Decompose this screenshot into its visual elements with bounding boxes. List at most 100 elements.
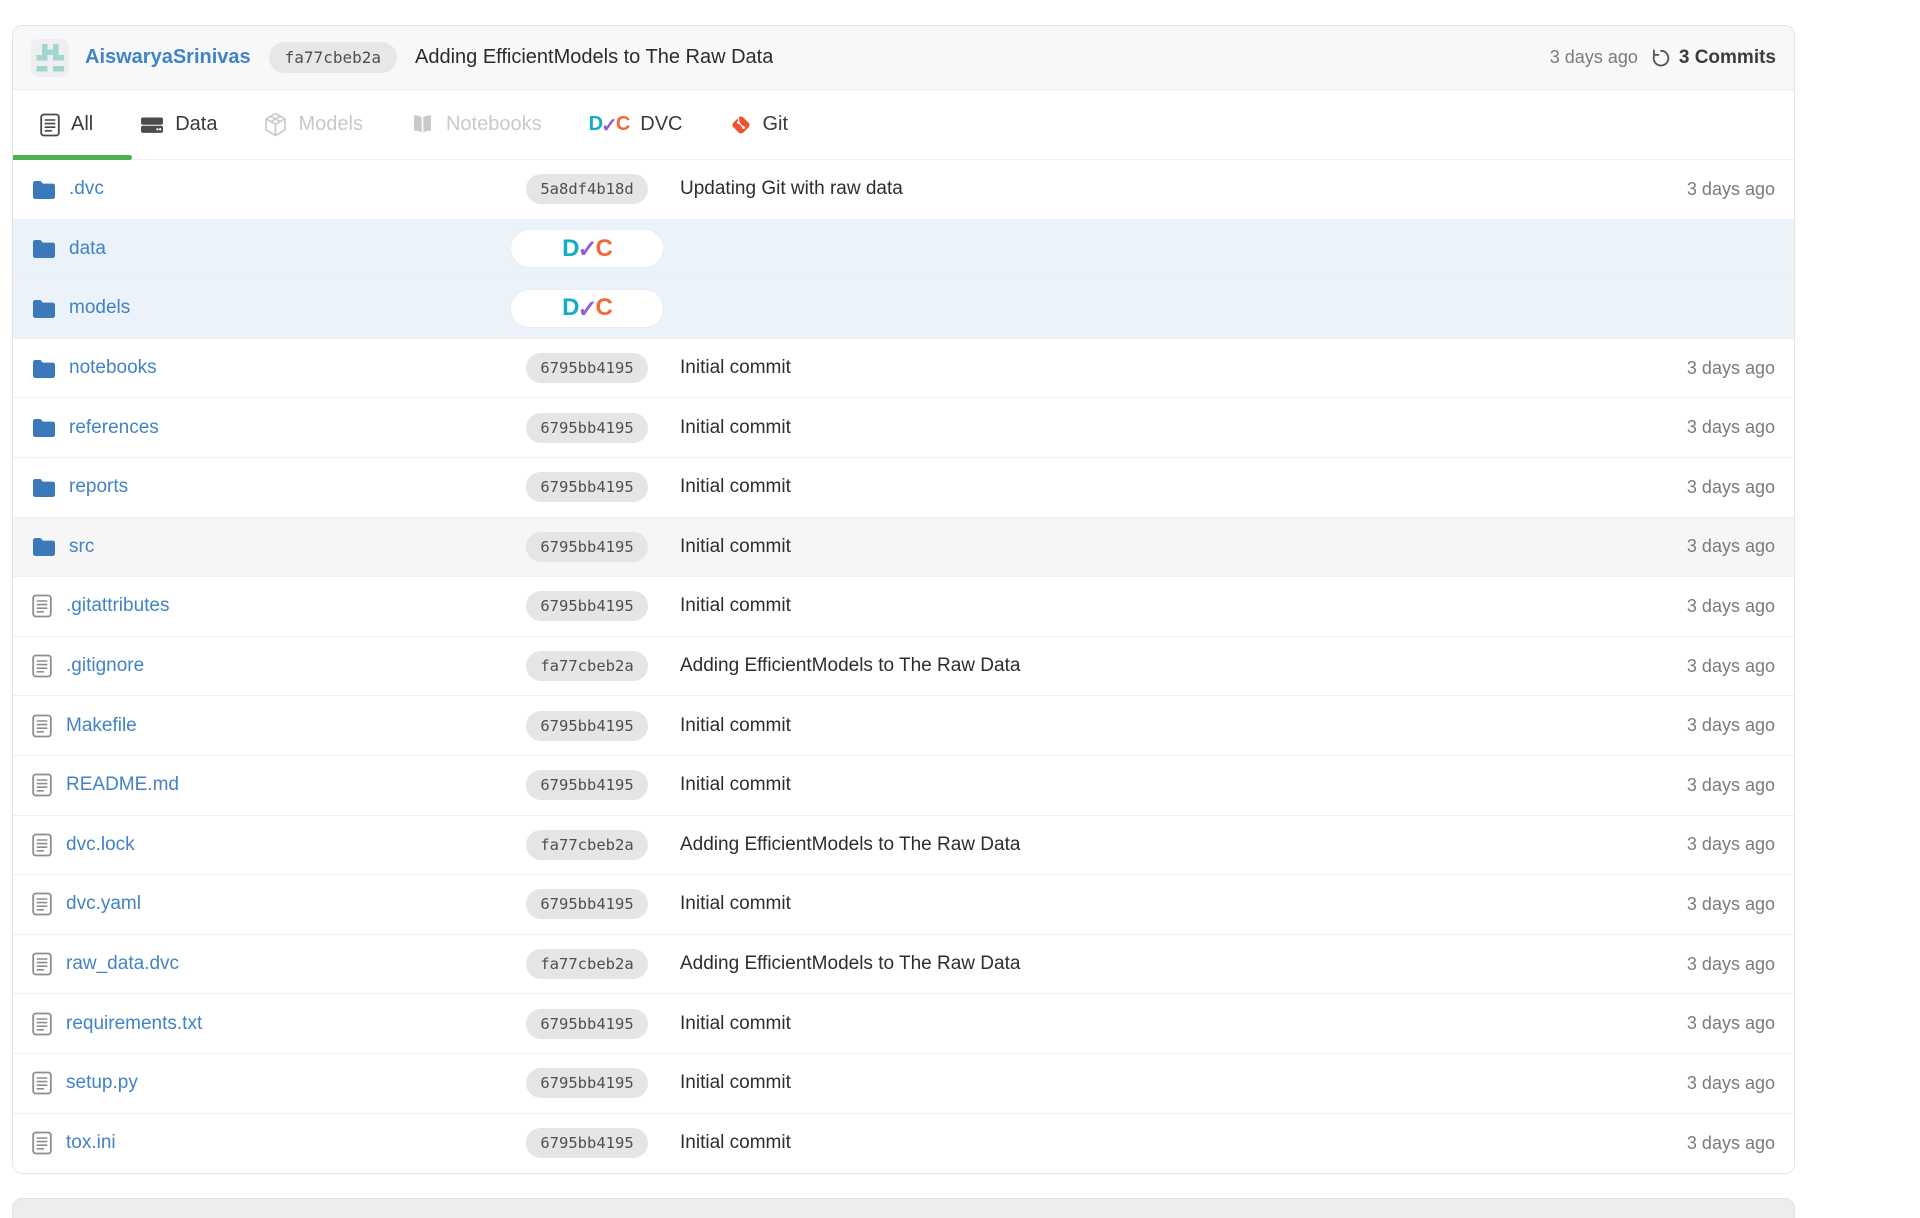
commit-hash-badge[interactable]: 6795bb4195: [526, 531, 648, 562]
entry-name-link[interactable]: setup.py: [66, 1072, 138, 1094]
entry-name-link[interactable]: .gitignore: [66, 655, 144, 677]
commit-hash-badge[interactable]: fa77cbeb2a: [526, 949, 648, 980]
folder-icon: [32, 478, 55, 497]
commit-hash-badge[interactable]: 6795bb4195: [526, 889, 648, 920]
commit-hash-badge[interactable]: 6795bb4195: [526, 1128, 648, 1159]
storage-icon: [140, 115, 164, 135]
commit-hash-badge[interactable]: 6795bb4195: [526, 353, 648, 384]
file-icon: [32, 714, 52, 738]
commit-author-link[interactable]: AiswaryaSrinivas: [85, 46, 251, 69]
dvc-tracked-badge[interactable]: D ✓ C: [511, 230, 663, 268]
document-icon: [40, 113, 60, 137]
file-icon: [32, 952, 52, 976]
commit-hash-badge[interactable]: 6795bb4195: [526, 710, 648, 741]
folder-icon: [32, 537, 55, 557]
commit-hash-badge[interactable]: 6795bb4195: [526, 770, 648, 801]
commit-hash-badge[interactable]: fa77cbeb2a: [526, 829, 648, 860]
cube-icon: [264, 112, 287, 137]
latest-commit-bar: AiswaryaSrinivas fa77cbeb2a Adding Effic…: [13, 26, 1794, 90]
commit-message: Initial commit: [680, 357, 791, 379]
commit-hash-badge[interactable]: 6795bb4195: [526, 472, 648, 503]
tab-all[interactable]: All: [40, 113, 93, 137]
active-tab-underline: [13, 155, 132, 160]
user-avatar-identicon[interactable]: [31, 38, 69, 77]
commit-date: 3 days ago: [1686, 1013, 1775, 1034]
dvc-logo-icon: D ✓ C: [562, 294, 613, 323]
commit-hash-badge[interactable]: fa77cbeb2a: [268, 42, 397, 73]
commit-hash-badge[interactable]: 5a8df4b18d: [526, 174, 648, 205]
entry-name-link[interactable]: dvc.yaml: [66, 893, 141, 915]
commit-hash-badge[interactable]: 6795bb4195: [526, 1008, 648, 1039]
entry-name-link[interactable]: notebooks: [69, 357, 157, 379]
dvc-logo-icon: D ✓ C: [588, 113, 631, 137]
commit-date: 3 days ago: [1686, 595, 1775, 616]
commit-hash-badge[interactable]: 6795bb4195: [526, 412, 648, 443]
table-row: tox.ini 6795bb4195 Initial commit 3 days…: [13, 1113, 1794, 1174]
table-row: .dvc 5a8df4b18d Updating Git with raw da…: [13, 160, 1794, 220]
entry-name-link[interactable]: .gitattributes: [66, 595, 170, 617]
table-row: notebooks 6795bb4195 Initial commit 3 da…: [13, 338, 1794, 399]
dvc-tracked-badge[interactable]: D ✓ C: [511, 289, 663, 327]
book-icon: [410, 114, 435, 135]
table-row: models D ✓ C: [13, 279, 1794, 339]
commit-hash-badge[interactable]: 6795bb4195: [526, 591, 648, 622]
file-icon: [32, 654, 52, 678]
commit-date: 3 days ago: [1686, 1072, 1775, 1093]
entry-name-link[interactable]: references: [69, 417, 159, 439]
commit-date: 3 days ago: [1686, 1132, 1775, 1153]
table-row: .gitignore fa77cbeb2a Adding EfficientMo…: [13, 636, 1794, 697]
table-row: .gitattributes 6795bb4195 Initial commit…: [13, 577, 1794, 637]
filter-tabs: All Data Models Notebooks D ✓ C DVC Git: [13, 90, 1794, 160]
commit-message: Adding EfficientModels to The Raw Data: [680, 833, 1021, 855]
commit-message: Initial commit: [680, 774, 791, 796]
table-row: setup.py 6795bb4195 Initial commit 3 day…: [13, 1053, 1794, 1114]
table-row: dvc.yaml 6795bb4195 Initial commit 3 day…: [13, 875, 1794, 935]
commit-message: Initial commit: [680, 893, 791, 915]
tab-data[interactable]: Data: [140, 113, 217, 136]
entry-name-link[interactable]: reports: [69, 476, 128, 498]
readme-panel-header: [12, 1198, 1795, 1218]
commit-date: 3 days ago: [1686, 417, 1775, 438]
table-row: raw_data.dvc fa77cbeb2a Adding Efficient…: [13, 934, 1794, 995]
commit-message: Initial commit: [680, 595, 791, 617]
dvc-logo-icon: D ✓ C: [588, 111, 631, 138]
commit-date: 3 days ago: [1686, 834, 1775, 855]
commit-message: Adding EfficientModels to The Raw Data: [680, 953, 1021, 975]
git-icon: [730, 114, 752, 136]
entry-name-link[interactable]: src: [69, 536, 94, 558]
commit-message[interactable]: Adding EfficientModels to The Raw Data: [415, 46, 773, 69]
tab-dvc[interactable]: D ✓ C DVC: [589, 111, 683, 138]
entry-name-link[interactable]: raw_data.dvc: [66, 953, 179, 975]
file-icon: [32, 1131, 52, 1155]
entry-name-link[interactable]: data: [69, 238, 106, 260]
file-table: .dvc 5a8df4b18d Updating Git with raw da…: [13, 160, 1794, 1174]
commit-message: Initial commit: [680, 1072, 791, 1094]
entry-name-link[interactable]: requirements.txt: [66, 1013, 202, 1035]
commit-date: 3 days ago: [1686, 953, 1775, 974]
commit-time: 3 days ago: [1549, 47, 1638, 67]
commit-date: 3 days ago: [1686, 536, 1775, 557]
entry-name-link[interactable]: dvc.lock: [66, 834, 135, 856]
commit-date: 3 days ago: [1686, 774, 1775, 795]
table-row: src 6795bb4195 Initial commit 3 days ago: [13, 517, 1794, 578]
commit-hash-badge[interactable]: fa77cbeb2a: [526, 651, 648, 682]
entry-name-link[interactable]: .dvc: [69, 178, 104, 200]
table-row: requirements.txt 6795bb4195 Initial comm…: [13, 994, 1794, 1054]
commit-message: Adding EfficientModels to The Raw Data: [680, 655, 1021, 677]
repo-page: AiswaryaSrinivas fa77cbeb2a Adding Effic…: [0, 0, 1920, 1218]
commit-hash-badge[interactable]: 6795bb4195: [526, 1068, 648, 1099]
commit-date: 3 days ago: [1686, 715, 1775, 736]
entry-name-link[interactable]: models: [69, 297, 130, 319]
entry-name-link[interactable]: tox.ini: [66, 1132, 116, 1154]
entry-name-link[interactable]: Makefile: [66, 715, 137, 737]
folder-icon: [32, 418, 55, 438]
entry-name-link[interactable]: README.md: [66, 774, 179, 796]
commits-count-link[interactable]: 3 Commits: [1679, 47, 1776, 69]
table-row: dvc.lock fa77cbeb2a Adding EfficientMode…: [13, 815, 1794, 876]
file-icon: [32, 1071, 52, 1095]
commit-date: 3 days ago: [1686, 893, 1775, 914]
tab-git[interactable]: Git: [730, 113, 788, 136]
tab-models: Models: [264, 112, 363, 137]
table-row: Makefile 6795bb4195 Initial commit 3 day…: [13, 696, 1794, 756]
file-icon: [32, 594, 52, 618]
